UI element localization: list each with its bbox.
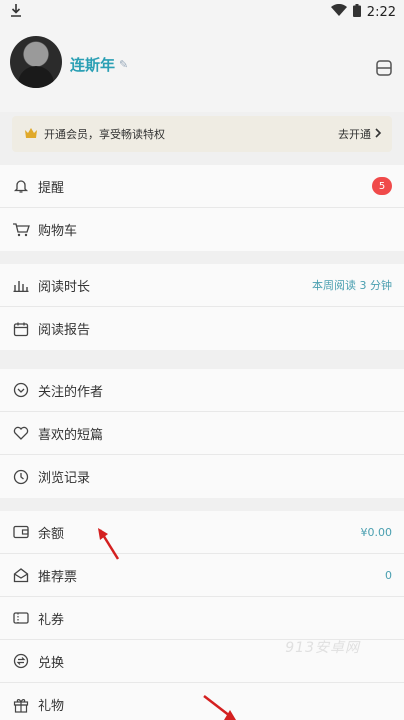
menu-item-balance[interactable]: 余额 ¥0.00: [0, 511, 404, 554]
ticket-icon: [12, 566, 30, 584]
menu-item-reading-report[interactable]: 阅读报告: [0, 307, 404, 350]
bell-icon: [12, 177, 30, 195]
menu-section-wallet: 余额 ¥0.00 推荐票 0 礼券 兑换 礼物: [0, 511, 404, 720]
cart-icon: [12, 221, 30, 239]
clock-icon: [12, 468, 30, 486]
menu-item-reading-time[interactable]: 阅读时长 本周阅读 3 分钟: [0, 264, 404, 307]
menu-item-coupon[interactable]: 礼券: [0, 597, 404, 640]
username[interactable]: 连斯年 ✎: [70, 54, 128, 75]
balance-value: ¥0.00: [360, 525, 393, 539]
username-text: 连斯年: [70, 56, 116, 74]
heart-icon: [12, 424, 30, 442]
vip-text: 开通会员，享受畅读特权: [44, 128, 165, 141]
chevron-right-icon: [375, 127, 382, 141]
status-time: 2:22: [366, 4, 396, 20]
reminder-badge: 5: [372, 177, 392, 195]
reading-time-value: 本周阅读 3 分钟: [312, 279, 392, 292]
profile-header: 连斯年 ✎: [0, 24, 404, 112]
ticket-value: 0: [385, 568, 392, 582]
wifi-icon: [330, 3, 347, 20]
menu-section-notifications: 提醒 5 购物车: [0, 165, 404, 251]
switch-card-icon[interactable]: [374, 58, 394, 78]
menu-item-cart[interactable]: 购物车: [0, 208, 404, 251]
exchange-icon: [12, 652, 30, 670]
menu-item-reminder[interactable]: 提醒 5: [0, 165, 404, 208]
crown-icon: [24, 127, 38, 142]
status-bar: 2:22: [0, 0, 404, 24]
gift-icon: [12, 696, 30, 714]
battery-icon: [352, 3, 361, 21]
coupon-icon: [12, 609, 30, 627]
watermark: 913安卓网: [285, 640, 360, 656]
wallet-icon: [12, 523, 30, 541]
follow-icon: [12, 381, 30, 399]
annotation-arrow-icon: [98, 528, 120, 560]
vip-open-button[interactable]: 去开通: [338, 126, 382, 142]
menu-item-liked-stories[interactable]: 喜欢的短篇: [0, 412, 404, 455]
menu-section-reading: 阅读时长 本周阅读 3 分钟 阅读报告: [0, 264, 404, 350]
menu-section-library: 关注的作者 喜欢的短篇 浏览记录: [0, 369, 404, 498]
avatar[interactable]: [10, 36, 62, 88]
menu-item-followed-authors[interactable]: 关注的作者: [0, 369, 404, 412]
menu-item-history[interactable]: 浏览记录: [0, 455, 404, 498]
download-icon: [10, 3, 22, 21]
calendar-icon: [12, 320, 30, 338]
annotation-arrow-2-icon: [203, 695, 236, 720]
edit-icon[interactable]: ✎: [119, 58, 128, 71]
bar-chart-icon: [12, 276, 30, 294]
vip-banner[interactable]: 开通会员，享受畅读特权 去开通: [12, 116, 392, 152]
menu-item-recommend-ticket[interactable]: 推荐票 0: [0, 554, 404, 597]
